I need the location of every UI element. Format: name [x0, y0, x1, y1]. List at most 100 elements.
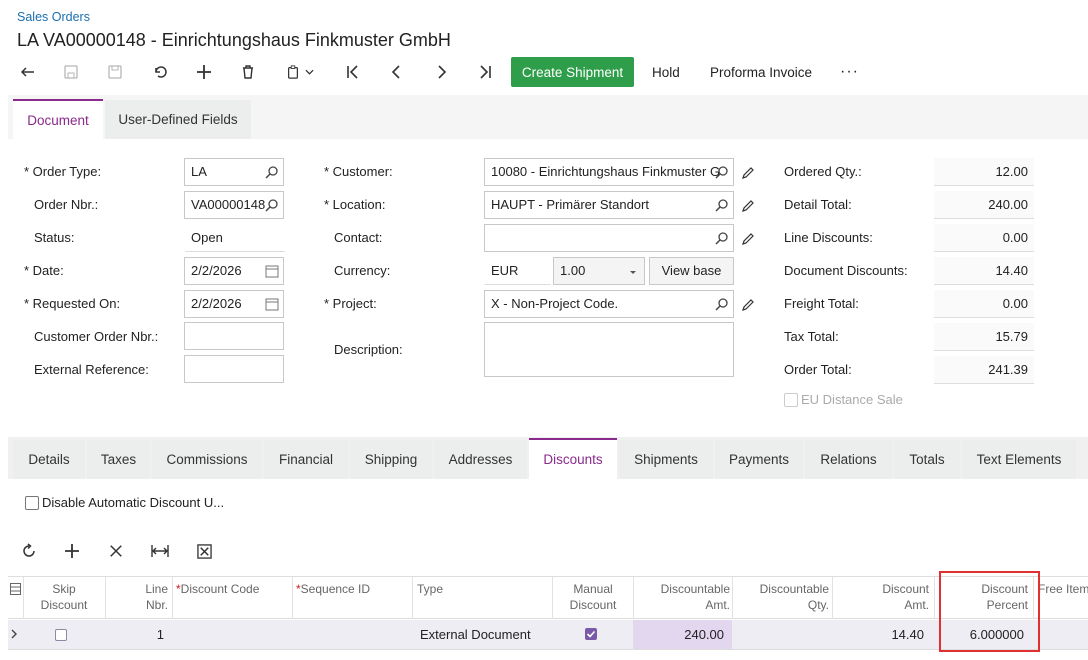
edit-customer-icon[interactable] — [741, 166, 755, 180]
proforma-invoice-button[interactable]: Proforma Invoice — [710, 57, 812, 87]
header-disc-qty-text-2: Qty. — [807, 598, 829, 612]
customer-field[interactable]: 10080 - Einrichtungshaus Finkmuster G — [484, 158, 734, 186]
tab-totals[interactable]: Totals — [894, 440, 960, 479]
order-type-label: * Order Type: — [24, 164, 102, 179]
discount-amt-cell[interactable]: 14.40 — [833, 620, 924, 649]
header-free-item[interactable]: Free Item — [1038, 581, 1088, 597]
search-icon[interactable] — [715, 165, 729, 179]
detail-total-value: 240.00 — [934, 191, 1034, 219]
undo-icon[interactable] — [143, 57, 177, 87]
fit-columns-icon[interactable] — [149, 540, 171, 562]
calendar-icon[interactable] — [265, 297, 279, 311]
type-cell: External Document — [420, 627, 531, 642]
next-record-icon[interactable] — [424, 57, 458, 87]
table-row[interactable]: 1 External Document 240.00 14.40 6.00000… — [8, 620, 1088, 650]
header-discount-amt[interactable]: Discount Amt. — [833, 581, 929, 613]
tab-payments[interactable]: Payments — [715, 440, 803, 479]
toolbar: Create Shipment Hold Proforma Invoice ··… — [8, 57, 1083, 87]
search-icon[interactable] — [265, 165, 279, 179]
page-title: LA VA00000148 - Einrichtungshaus Finkmus… — [17, 30, 451, 50]
skip-discount-checkbox[interactable] — [55, 629, 67, 641]
search-icon[interactable] — [715, 231, 729, 245]
first-record-icon[interactable] — [336, 57, 370, 87]
document-discounts-value: 14.40 — [934, 257, 1034, 285]
edit-location-icon[interactable] — [741, 199, 755, 213]
project-field[interactable]: X - Non-Project Code. — [484, 290, 734, 318]
tab-financial[interactable]: Financial — [264, 440, 348, 479]
requested-on-label: * Requested On: — [24, 296, 121, 311]
disable-auto-discount-checkbox[interactable] — [25, 496, 39, 510]
manual-discount-checkbox[interactable] — [585, 628, 597, 640]
more-actions-button[interactable]: ··· — [840, 57, 859, 87]
header-sequence-id[interactable]: *Sequence ID — [296, 581, 370, 597]
order-nbr-field[interactable]: VA00000148 — [184, 191, 284, 219]
export-excel-icon[interactable] — [193, 540, 215, 562]
customer-value: 10080 - Einrichtungshaus Finkmuster G — [491, 164, 721, 179]
tab-taxes[interactable]: Taxes — [87, 440, 150, 479]
row-expand-icon[interactable] — [10, 628, 18, 640]
delete-icon[interactable] — [231, 57, 265, 87]
order-type-field[interactable]: LA — [184, 158, 284, 186]
header-skip-text-2: Discount — [40, 598, 88, 612]
search-icon[interactable] — [715, 297, 729, 311]
contact-field[interactable] — [484, 224, 734, 252]
tab-text-elements[interactable]: Text Elements — [962, 440, 1076, 479]
last-record-icon[interactable] — [468, 57, 502, 87]
customer-order-nbr-field[interactable] — [184, 322, 284, 350]
tab-relations[interactable]: Relations — [805, 440, 892, 479]
detail-total-label: Detail Total: — [784, 197, 852, 212]
hold-button[interactable]: Hold — [652, 57, 680, 87]
edit-contact-icon[interactable] — [741, 232, 755, 246]
tab-shipments[interactable]: Shipments — [619, 440, 713, 479]
tab-user-defined-fields[interactable]: User-Defined Fields — [105, 100, 251, 139]
search-icon[interactable] — [265, 198, 279, 212]
previous-record-icon[interactable] — [380, 57, 414, 87]
currency-label: Currency: — [334, 263, 391, 278]
discountable-amt-cell[interactable]: 240.00 — [633, 620, 732, 649]
external-reference-field[interactable] — [184, 355, 284, 383]
back-icon[interactable] — [11, 57, 45, 87]
tab-discounts[interactable]: Discounts — [529, 438, 617, 479]
tab-shipping[interactable]: Shipping — [350, 440, 432, 479]
save-icon[interactable] — [54, 57, 88, 87]
description-field[interactable] — [484, 322, 734, 377]
date-field[interactable]: 2/2/2026 — [184, 257, 284, 285]
header-manual-discount[interactable]: Manual Discount — [553, 581, 633, 613]
requested-on-field[interactable]: 2/2/2026 — [184, 290, 284, 318]
tab-commissions[interactable]: Commissions — [152, 440, 262, 479]
create-shipment-button[interactable]: Create Shipment — [511, 57, 634, 87]
edit-project-icon[interactable] — [741, 298, 755, 312]
eu-distance-sale-checkbox[interactable] — [784, 393, 798, 407]
refresh-icon[interactable] — [18, 540, 40, 562]
header-discount-amt-text-1: Discount — [882, 582, 929, 596]
location-value: HAUPT - Primärer Standort — [491, 197, 649, 212]
column-settings-icon[interactable] — [10, 583, 21, 595]
header-discountable-qty[interactable]: Discountable Qty. — [733, 581, 829, 613]
location-field[interactable]: HAUPT - Primärer Standort — [484, 191, 734, 219]
breadcrumb[interactable]: Sales Orders — [17, 10, 90, 24]
add-row-icon[interactable] — [61, 540, 83, 562]
header-type[interactable]: Type — [417, 581, 443, 597]
tab-details[interactable]: Details — [13, 440, 85, 479]
tab-document[interactable]: Document — [13, 99, 103, 139]
currency-value: EUR — [485, 257, 551, 285]
header-discount-code[interactable]: *Discount Code — [176, 581, 259, 597]
date-label: * Date: — [24, 263, 64, 278]
search-icon[interactable] — [715, 198, 729, 212]
currency-rate-select[interactable]: 1.00 — [553, 257, 645, 285]
view-base-button[interactable]: View base — [649, 257, 734, 285]
header-skip-discount[interactable]: Skip Discount — [24, 581, 104, 613]
copy-paste-icon[interactable] — [278, 57, 322, 87]
save-close-icon[interactable] — [98, 57, 132, 87]
delete-row-icon[interactable] — [105, 540, 127, 562]
highlight-box — [939, 571, 1040, 652]
order-nbr-value: VA00000148 — [191, 197, 266, 212]
location-label: * Location: — [324, 197, 386, 212]
header-line-nbr[interactable]: Line Nbr. — [106, 581, 168, 613]
header-discountable-amt[interactable]: Discountable Amt. — [634, 581, 730, 613]
tab-addresses[interactable]: Addresses — [434, 440, 527, 479]
add-icon[interactable] — [187, 57, 221, 87]
calendar-icon[interactable] — [265, 264, 279, 278]
order-nbr-label: Order Nbr.: — [34, 197, 99, 212]
discountable-qty-cell[interactable] — [733, 620, 829, 649]
